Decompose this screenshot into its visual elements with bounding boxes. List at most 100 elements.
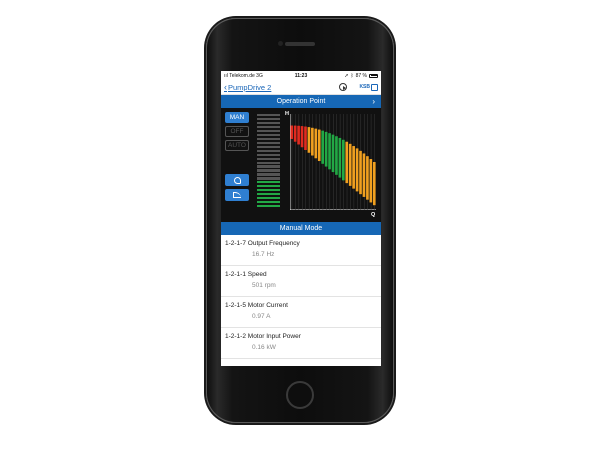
curve-band-column <box>348 143 352 186</box>
app-screen: ııl Telekom.de 3G 11:23 ➚ ᛒ 87 % ‹ PumpD… <box>221 71 381 366</box>
level-segment <box>257 193 280 196</box>
auto-button[interactable]: AUTO <box>225 140 249 151</box>
curve-band-column <box>338 137 342 178</box>
level-segment <box>257 121 280 125</box>
level-segment <box>257 133 280 136</box>
back-label: PumpDrive 2 <box>228 82 272 92</box>
parameter-title: 1-2-1-1 Speed <box>225 271 381 278</box>
curve-band-column <box>317 129 321 162</box>
parameter-title: 1-2-1-7 Output Frequency <box>225 240 381 247</box>
level-segment <box>257 173 280 176</box>
parameter-value: 0.16 kW <box>252 344 276 351</box>
level-segment <box>257 114 280 117</box>
level-segment <box>257 141 280 144</box>
operation-point-title: Operation Point <box>276 98 326 105</box>
parameter-name: Output Frequency <box>247 240 300 247</box>
pump-curve-chart <box>290 114 376 210</box>
level-segment <box>257 161 280 164</box>
curve-bands <box>290 114 376 210</box>
ksb-logo-text: KSB <box>359 84 370 90</box>
play-icon[interactable] <box>339 83 348 91</box>
parameter-value: 501 rpm <box>252 282 276 289</box>
speaker-grille <box>285 42 315 46</box>
curve-band-column <box>355 148 359 192</box>
curve-band-column <box>369 159 373 203</box>
parameter-code: 1-2-1-2 <box>225 333 246 340</box>
curve-band-column <box>300 126 304 148</box>
curve-band-column <box>331 134 335 173</box>
status-bar: ııl Telekom.de 3G 11:23 ➚ ᛒ 87 % <box>221 71 381 80</box>
level-segment <box>257 137 280 140</box>
parameter-code: 1-2-1-5 <box>225 302 246 309</box>
nav-actions: KSB <box>339 83 378 91</box>
manual-mode-header: Manual Mode <box>221 222 381 235</box>
pump-icon <box>233 176 241 184</box>
level-segment <box>257 165 280 168</box>
curve-band-column <box>321 130 324 164</box>
off-button[interactable]: OFF <box>225 126 249 137</box>
level-segment <box>257 189 280 192</box>
operation-panel: MAN OFF AUTO H Q <box>221 108 381 222</box>
operation-point-header[interactable]: Operation Point › <box>221 95 381 108</box>
parameter-title: 1-2-1-2 Motor Input Power <box>225 333 381 340</box>
curve-band-column <box>345 141 349 184</box>
parameter-name: Motor Input Power <box>247 333 301 340</box>
curve-band-column <box>328 133 331 170</box>
axis-label-h: H <box>285 111 289 117</box>
curve-band-column <box>314 128 318 159</box>
camera-dot <box>278 41 283 46</box>
level-segment <box>257 177 280 180</box>
level-segment <box>257 185 280 188</box>
curve-band-column <box>324 131 328 167</box>
curve-mode-button[interactable] <box>225 189 249 201</box>
curve-icon <box>233 192 241 198</box>
parameter-name: Motor Current <box>247 302 288 309</box>
chevron-right-icon: › <box>372 97 375 106</box>
level-segment <box>257 145 280 148</box>
axis-label-q: Q <box>371 212 376 218</box>
curve-band-column <box>359 150 362 195</box>
parameter-code: 1-2-1-1 <box>225 271 246 278</box>
curve-band-column <box>362 153 366 197</box>
curve-band-column <box>372 162 376 206</box>
list-item[interactable]: 1-2-1-5 Motor Current 0.97 A <box>221 297 381 328</box>
curve-band-column <box>335 136 338 175</box>
list-item[interactable]: 1-2-1-7 Output Frequency 16.7 Hz <box>221 235 381 266</box>
back-button[interactable]: ‹ PumpDrive 2 <box>224 82 271 92</box>
curve-band-column <box>297 125 300 145</box>
curve-band-column <box>342 139 345 181</box>
clock: 11:23 <box>294 72 308 79</box>
level-segment <box>257 201 280 204</box>
man-button[interactable]: MAN <box>225 112 249 123</box>
pump-mode-button[interactable] <box>225 174 249 186</box>
level-segment <box>257 125 280 129</box>
curve-band-column <box>366 156 369 200</box>
level-segment <box>257 129 280 132</box>
chevron-left-icon: ‹ <box>224 82 227 92</box>
battery-icon <box>369 73 378 78</box>
curve-band-column <box>352 146 355 189</box>
curve-band-column <box>304 126 307 150</box>
list-item[interactable]: 1-2-1-2 Motor Input Power 0.16 kW <box>221 328 381 359</box>
parameter-code: 1-2-1-7 <box>225 240 246 247</box>
nav-bar: ‹ PumpDrive 2 KSB <box>221 80 381 95</box>
parameter-title: 1-2-1-5 Motor Current <box>225 302 381 309</box>
level-segment <box>257 169 280 172</box>
level-segment <box>257 197 280 200</box>
level-segment <box>257 205 280 208</box>
list-item[interactable]: 1-2-1-1 Speed 501 rpm <box>221 266 381 297</box>
parameter-name: Speed <box>247 271 267 278</box>
level-segment <box>257 117 280 121</box>
curve-band-column <box>307 127 311 153</box>
parameter-list: 1-2-1-7 Output Frequency 16.7 Hz 1-2-1-1… <box>221 235 381 359</box>
grid-column <box>319 114 320 210</box>
manual-mode-title: Manual Mode <box>279 225 323 232</box>
parameter-value: 0.97 A <box>252 313 271 320</box>
level-segment <box>257 153 280 156</box>
level-segment <box>257 157 280 160</box>
home-button[interactable] <box>286 381 314 409</box>
curve-band-column <box>293 125 297 142</box>
ksb-logo-mark <box>371 83 378 91</box>
curve-band-column <box>311 127 314 156</box>
parameter-value: 16.7 Hz <box>252 251 275 258</box>
